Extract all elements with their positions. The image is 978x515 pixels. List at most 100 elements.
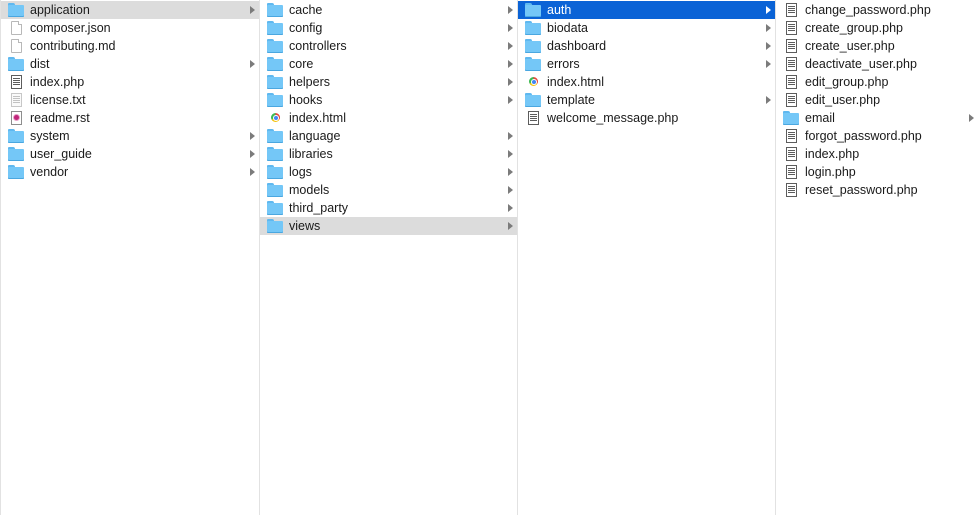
item-label: create_user.php xyxy=(805,39,895,53)
item-label: vendor xyxy=(30,165,69,179)
item-label: controllers xyxy=(289,39,347,53)
folder-icon xyxy=(267,39,283,53)
folder-row-logs[interactable]: logs xyxy=(260,163,517,181)
item-label: email xyxy=(805,111,835,125)
folder-icon xyxy=(525,3,541,17)
item-label: hooks xyxy=(289,93,323,107)
file-row-index-php[interactable]: index.php xyxy=(776,145,978,163)
item-label: third_party xyxy=(289,201,349,215)
chevron-right-icon xyxy=(508,132,513,140)
item-label: logs xyxy=(289,165,312,179)
chevron-right-icon xyxy=(508,6,513,14)
chevron-right-icon xyxy=(766,24,771,32)
folder-row-auth[interactable]: auth xyxy=(518,1,775,19)
folder-row-third-party[interactable]: third_party xyxy=(260,199,517,217)
column-auth[interactable]: change_password.php create_group.phpcreat… xyxy=(776,0,978,515)
item-label: index.html xyxy=(289,111,346,125)
chevron-right-icon xyxy=(508,186,513,194)
item-label: auth xyxy=(547,3,572,17)
folder-row-hooks[interactable]: hooks xyxy=(260,91,517,109)
chevron-right-icon xyxy=(250,60,255,68)
folder-icon xyxy=(8,165,24,179)
file-row-index-php[interactable]: index.php xyxy=(1,73,259,91)
folder-icon xyxy=(8,129,24,143)
file-row-readme-rst[interactable]: readme.rst xyxy=(1,109,259,127)
folder-icon xyxy=(267,75,283,89)
item-label: system xyxy=(30,129,70,143)
file-row-deactivate-user-php[interactable]: deactivate_user.php xyxy=(776,55,978,73)
php-file-icon xyxy=(786,21,797,35)
folder-row-application[interactable]: application xyxy=(1,1,259,19)
chevron-right-icon xyxy=(766,6,771,14)
file-row-edit-group-php[interactable]: edit_group.php xyxy=(776,73,978,91)
folder-row-dist[interactable]: dist xyxy=(1,55,259,73)
column-application[interactable]: cache config controllers core helpers hooks in… xyxy=(260,0,518,515)
file-row-contributing-md[interactable]: contributing.md xyxy=(1,37,259,55)
document-icon xyxy=(11,21,22,35)
column-browser: application composer.json contributing.md d… xyxy=(0,0,978,515)
file-row-index-html[interactable]: index.html xyxy=(260,109,517,127)
rst-file-icon xyxy=(11,111,22,125)
folder-row-user-guide[interactable]: user_guide xyxy=(1,145,259,163)
folder-row-dashboard[interactable]: dashboard xyxy=(518,37,775,55)
folder-row-config[interactable]: config xyxy=(260,19,517,37)
item-label: forgot_password.php xyxy=(805,129,922,143)
folder-row-language[interactable]: language xyxy=(260,127,517,145)
file-row-welcome-message-php[interactable]: welcome_message.php xyxy=(518,109,775,127)
folder-icon xyxy=(525,39,541,53)
folder-row-biodata[interactable]: biodata xyxy=(518,19,775,37)
folder-row-views[interactable]: views xyxy=(260,217,517,235)
file-row-create-group-php[interactable]: create_group.php xyxy=(776,19,978,37)
folder-icon xyxy=(267,201,283,215)
item-label: template xyxy=(547,93,595,107)
folder-row-errors[interactable]: errors xyxy=(518,55,775,73)
chevron-right-icon xyxy=(508,204,513,212)
item-label: application xyxy=(30,3,90,17)
folder-icon xyxy=(525,93,541,107)
column-root[interactable]: application composer.json contributing.md d… xyxy=(0,0,260,515)
item-label: biodata xyxy=(547,21,589,35)
folder-icon xyxy=(267,93,283,107)
folder-icon xyxy=(267,147,283,161)
html-file-icon xyxy=(271,113,280,122)
folder-icon xyxy=(525,57,541,71)
item-label: helpers xyxy=(289,75,330,89)
item-label: create_group.php xyxy=(805,21,903,35)
php-file-icon xyxy=(11,75,22,89)
file-row-login-php[interactable]: login.php xyxy=(776,163,978,181)
file-row-reset-password-php[interactable]: reset_password.php xyxy=(776,181,978,199)
folder-row-controllers[interactable]: controllers xyxy=(260,37,517,55)
chevron-right-icon xyxy=(250,6,255,14)
file-row-edit-user-php[interactable]: edit_user.php xyxy=(776,91,978,109)
column-views[interactable]: auth biodata dashboard errors index.html temp… xyxy=(518,0,776,515)
item-label: index.php xyxy=(805,147,860,161)
folder-row-system[interactable]: system xyxy=(1,127,259,145)
folder-row-template[interactable]: template xyxy=(518,91,775,109)
folder-row-email[interactable]: email xyxy=(776,109,978,127)
folder-row-vendor[interactable]: vendor xyxy=(1,163,259,181)
folder-row-models[interactable]: models xyxy=(260,181,517,199)
folder-row-cache[interactable]: cache xyxy=(260,1,517,19)
item-label: deactivate_user.php xyxy=(805,57,917,71)
chevron-right-icon xyxy=(508,150,513,158)
folder-icon xyxy=(267,57,283,71)
file-row-composer-json[interactable]: composer.json xyxy=(1,19,259,37)
chevron-right-icon xyxy=(969,114,974,122)
folder-icon xyxy=(267,21,283,35)
file-row-create-user-php[interactable]: create_user.php xyxy=(776,37,978,55)
folder-row-core[interactable]: core xyxy=(260,55,517,73)
chevron-right-icon xyxy=(508,60,513,68)
file-row-forgot-password-php[interactable]: forgot_password.php xyxy=(776,127,978,145)
folder-icon xyxy=(8,147,24,161)
file-row-index-html[interactable]: index.html xyxy=(518,73,775,91)
file-row-license-txt[interactable]: license.txt xyxy=(1,91,259,109)
item-label: language xyxy=(289,129,341,143)
folder-row-libraries[interactable]: libraries xyxy=(260,145,517,163)
html-file-icon xyxy=(529,77,538,86)
folder-row-helpers[interactable]: helpers xyxy=(260,73,517,91)
chevron-right-icon xyxy=(766,60,771,68)
file-row-change-password-php[interactable]: change_password.php xyxy=(776,1,978,19)
php-file-icon xyxy=(786,75,797,89)
item-label: config xyxy=(289,21,323,35)
folder-icon xyxy=(267,219,283,233)
